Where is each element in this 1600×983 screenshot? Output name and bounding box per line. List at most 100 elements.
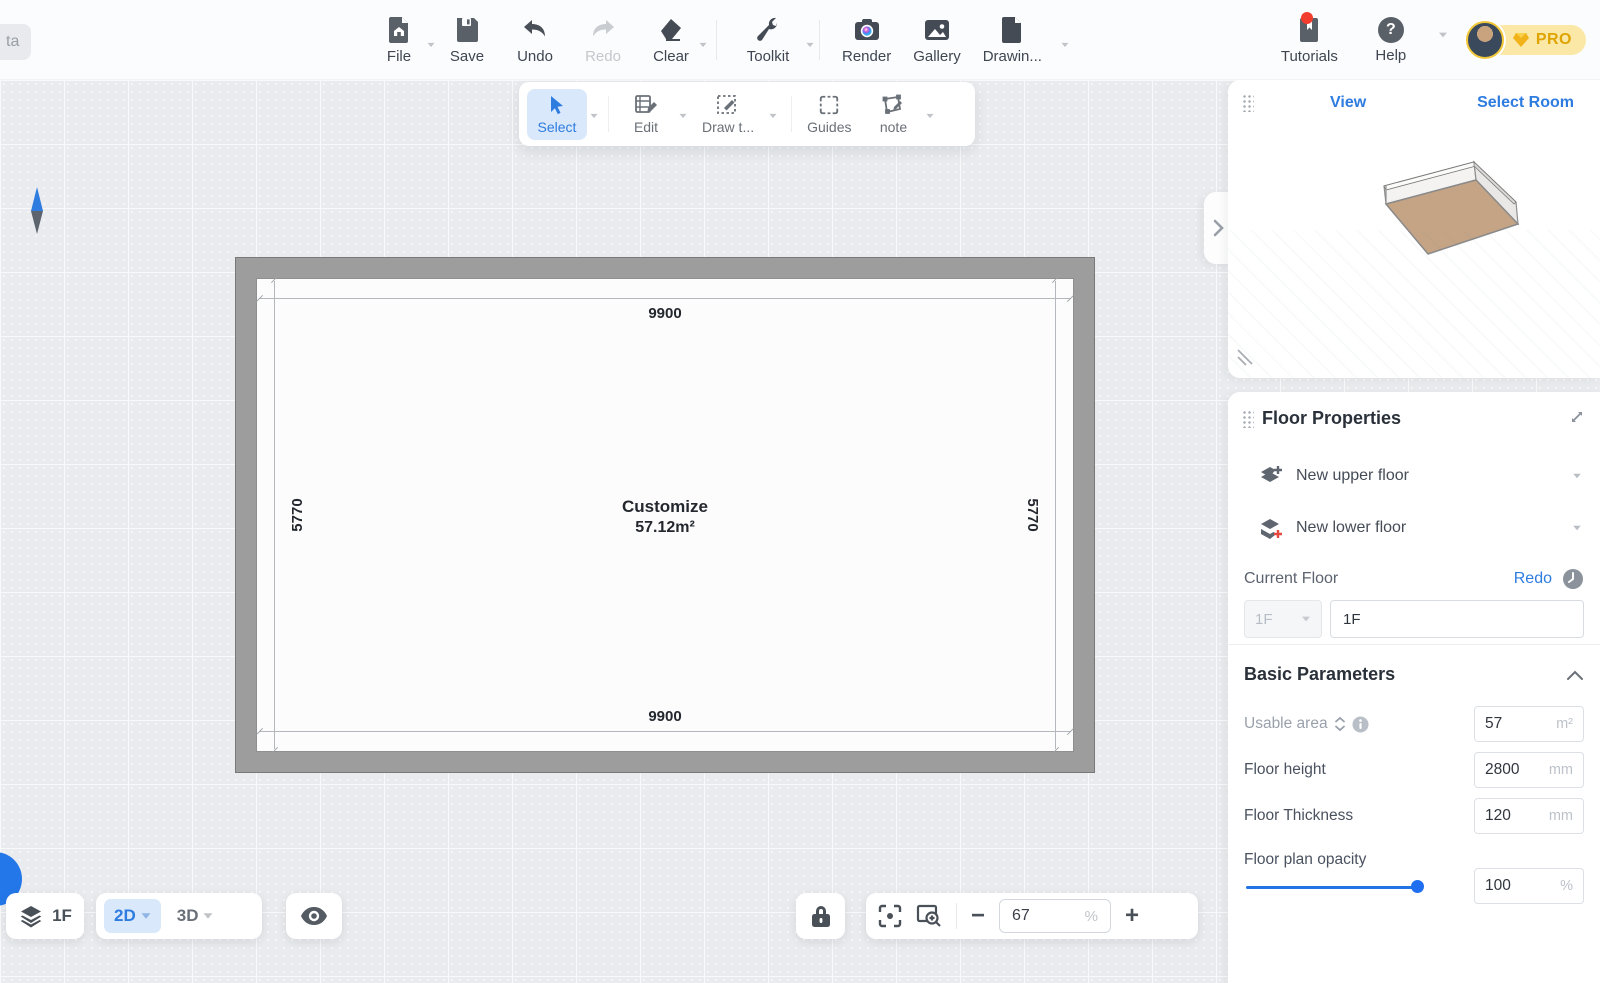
help-icon: ? [1378, 17, 1404, 43]
fit-view-button[interactable] [878, 904, 902, 928]
partial-tab[interactable]: ta [0, 24, 31, 60]
redo-floor-link[interactable]: Redo [1514, 570, 1552, 588]
caret-down-icon [141, 913, 150, 918]
expand-panel-icon[interactable] [1568, 408, 1586, 426]
floor-name-input[interactable] [1330, 600, 1584, 638]
caret-down-icon [1302, 617, 1310, 622]
floor-plan-opacity-label: Floor plan opacity [1244, 851, 1366, 869]
room-interior[interactable]: 9900 9900 5770 5770 Customize 57.12m² [256, 278, 1074, 752]
chevron-up-icon[interactable] [1566, 669, 1584, 681]
top-toolbar: ta File Save Undo Redo Clear [0, 0, 1600, 80]
zoom-area-icon [916, 904, 942, 928]
floor-selector-label: 1F [52, 906, 72, 926]
room-area: 57.12m² [257, 519, 1073, 537]
zoom-unit: % [1085, 908, 1098, 925]
tab-view[interactable]: View [1330, 94, 1366, 112]
guides-icon [817, 94, 841, 116]
caret-down-icon[interactable] [680, 114, 687, 118]
dimension-line-bottom [259, 731, 1071, 732]
select-tool[interactable]: Select [527, 89, 587, 140]
note-tool[interactable]: note [863, 89, 923, 140]
user-avatar[interactable] [1466, 21, 1504, 59]
cursor-icon [546, 94, 568, 116]
usable-area-label: Usable area [1244, 715, 1369, 733]
room-3d-preview[interactable] [1328, 142, 1528, 302]
save-button[interactable]: Save [438, 12, 496, 69]
resize-handle-icon[interactable] [1236, 348, 1256, 368]
draw-dashed-rect-icon [716, 94, 740, 116]
floor-properties-panel: Floor Properties New upper floor New low… [1228, 392, 1600, 983]
clear-button[interactable]: Clear [642, 12, 700, 69]
floor-select-dropdown[interactable]: 1F [1244, 600, 1322, 638]
file-button[interactable]: File [370, 12, 428, 69]
lock-button[interactable] [796, 893, 845, 939]
usable-area-input[interactable] [1485, 715, 1541, 733]
toolkit-button[interactable]: Toolkit [733, 12, 803, 69]
zoom-out-button[interactable]: − [971, 904, 985, 928]
basic-parameters-header[interactable]: Basic Parameters [1244, 664, 1584, 685]
mode-2d-label: 2D [114, 906, 136, 926]
file-label: File [387, 48, 411, 65]
drag-handle-icon[interactable] [1242, 410, 1254, 428]
help-button[interactable]: ? Help [1362, 13, 1420, 68]
zoom-controls: − % + [866, 893, 1198, 939]
floor-thickness-unit: mm [1549, 808, 1573, 824]
stepper-updown-icon[interactable] [1334, 716, 1346, 732]
caret-down-icon [807, 42, 814, 46]
new-upper-floor-button[interactable]: New upper floor [1258, 464, 1582, 488]
new-lower-floor-button[interactable]: New lower floor [1258, 516, 1582, 540]
zoom-level-input[interactable] [1012, 907, 1056, 925]
render-button[interactable]: Render [836, 12, 897, 69]
draw-tool[interactable]: Draw t... [694, 89, 762, 140]
info-icon[interactable] [1352, 716, 1369, 733]
redo-button[interactable]: Redo [574, 12, 632, 69]
gallery-button[interactable]: Gallery [907, 12, 967, 69]
north-compass-icon[interactable] [27, 186, 47, 236]
zoom-level-field: % [999, 899, 1111, 933]
opacity-unit: % [1560, 878, 1573, 894]
floor-height-input[interactable] [1485, 761, 1541, 779]
opacity-field: % [1474, 868, 1584, 904]
eye-icon [300, 906, 328, 926]
zoom-in-button[interactable]: + [1125, 904, 1139, 928]
usable-area-row: Usable area m² [1244, 706, 1584, 742]
lock-icon [810, 904, 832, 928]
chevron-right-icon [1212, 219, 1224, 237]
note-label: note [880, 119, 907, 135]
tab-select-room[interactable]: Select Room [1477, 94, 1574, 112]
account-area: PRO [1466, 21, 1586, 59]
edit-tool[interactable]: Edit [616, 89, 676, 140]
visibility-button[interactable] [286, 893, 342, 939]
caret-down-icon[interactable] [927, 114, 934, 118]
floor-selector-button[interactable]: 1F [6, 893, 84, 939]
layers-icon [18, 904, 44, 928]
floor-thickness-input[interactable] [1485, 807, 1541, 825]
history-clock-icon[interactable] [1562, 568, 1584, 590]
select-label: Select [538, 119, 577, 135]
edit-grid-pencil-icon [634, 94, 658, 116]
drag-handle-icon[interactable] [1242, 94, 1254, 112]
floor-select-value: 1F [1255, 611, 1273, 628]
guides-tool[interactable]: Guides [799, 89, 859, 140]
drawing-label: Drawin... [983, 48, 1042, 65]
redo-icon [589, 16, 617, 44]
drawing-button[interactable]: Drawin... [977, 12, 1048, 69]
zoom-to-area-button[interactable] [916, 904, 942, 928]
mode-2d-button[interactable]: 2D [104, 899, 161, 933]
caret-down-icon[interactable] [1439, 33, 1447, 38]
undo-button[interactable]: Undo [506, 12, 564, 69]
new-lower-floor-icon [1258, 516, 1284, 540]
opacity-input[interactable] [1485, 877, 1541, 895]
caret-down-icon[interactable] [591, 114, 598, 118]
panel-collapse-button[interactable] [1204, 192, 1231, 264]
current-floor-label: Current Floor [1244, 570, 1338, 588]
room-walls[interactable]: 9900 9900 5770 5770 Customize 57.12m² [235, 257, 1095, 773]
toolbar-divider [819, 20, 820, 60]
caret-down-icon[interactable] [770, 114, 777, 118]
floor-thickness-label: Floor Thickness [1244, 807, 1353, 825]
view-panel-tabs: View Select Room [1242, 94, 1586, 112]
mode-3d-button[interactable]: 3D [167, 899, 224, 933]
floor-height-label: Floor height [1244, 761, 1326, 779]
tutorials-button[interactable]: Tutorials [1275, 12, 1344, 69]
room-label[interactable]: Customize 57.12m² [257, 497, 1073, 537]
